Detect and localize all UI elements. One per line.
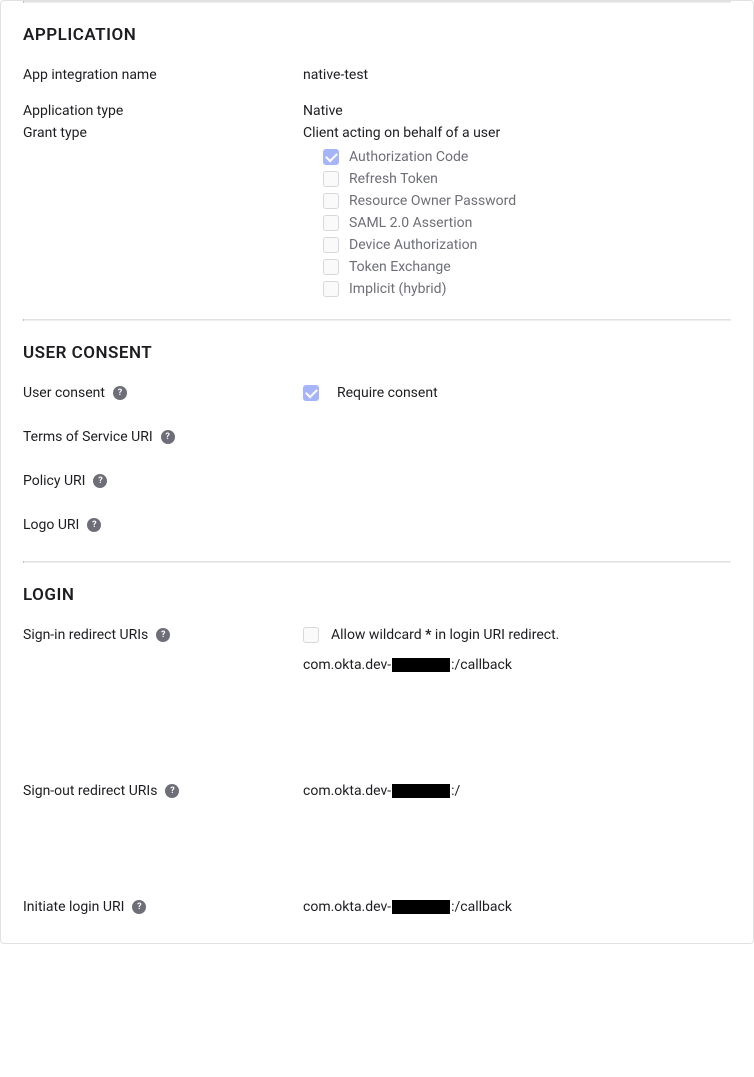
grant-option-row: Device Authorization	[323, 237, 731, 253]
grant-option-checkbox[interactable]	[323, 237, 339, 253]
policy-uri-label: Policy URI	[23, 473, 85, 489]
signout-redirect-label: Sign-out redirect URIs	[23, 783, 157, 799]
logo-uri-row: Logo URI ?	[23, 517, 731, 533]
signin-redirect-label: Sign-in redirect URIs	[23, 627, 148, 643]
require-consent-checkbox[interactable]	[303, 385, 319, 401]
help-icon[interactable]: ?	[87, 518, 101, 532]
settings-panel: APPLICATION App integration name native-…	[0, 0, 754, 944]
grant-option-row: Refresh Token	[323, 171, 731, 187]
help-icon[interactable]: ?	[113, 386, 127, 400]
initiate-login-label: Initiate login URI	[23, 899, 124, 915]
redacted-block	[392, 900, 450, 914]
grant-option-checkbox[interactable]	[323, 259, 339, 275]
allow-wildcard-checkbox[interactable]	[303, 627, 319, 643]
grant-option-label: Resource Owner Password	[349, 193, 516, 209]
signin-redirect-uri: com.okta.dev- :/callback	[303, 657, 512, 673]
policy-uri-row: Policy URI ?	[23, 473, 731, 489]
allow-wildcard-label: Allow wildcard * in login URI redirect.	[331, 627, 559, 643]
user-consent-label: User consent	[23, 385, 105, 401]
uri-prefix: com.okta.dev-	[303, 899, 391, 915]
user-consent-section: USER CONSENT User consent ? Require cons…	[23, 321, 731, 561]
signout-redirect-uri: com.okta.dev- :/	[303, 783, 460, 799]
grant-option-label: SAML 2.0 Assertion	[349, 215, 472, 231]
login-heading: LOGIN	[23, 585, 731, 605]
grant-option-label: Authorization Code	[349, 149, 468, 165]
redacted-block	[392, 658, 450, 672]
tos-uri-label: Terms of Service URI	[23, 429, 153, 445]
grant-subheading: Client acting on behalf of a user	[303, 125, 731, 141]
help-icon[interactable]: ?	[156, 628, 170, 642]
grant-type-label: Grant type	[23, 125, 87, 141]
grant-option-checkbox[interactable]	[323, 215, 339, 231]
grant-option-label: Implicit (hybrid)	[349, 281, 446, 297]
signout-redirect-row: Sign-out redirect URIs ? com.okta.dev- :/	[23, 783, 731, 799]
grant-option-row: SAML 2.0 Assertion	[323, 215, 731, 231]
grant-option-row: Resource Owner Password	[323, 193, 731, 209]
wildcard-prefix: Allow wildcard	[331, 627, 425, 643]
app-type-row: Application type Native	[23, 103, 731, 119]
grant-option-label: Device Authorization	[349, 237, 477, 253]
user-consent-heading: USER CONSENT	[23, 343, 731, 363]
signin-redirect-row: Sign-in redirect URIs ? Allow wildcard *…	[23, 627, 731, 673]
grant-option-row: Implicit (hybrid)	[323, 281, 731, 297]
app-name-value: native-test	[303, 67, 368, 83]
application-heading: APPLICATION	[23, 25, 731, 45]
help-icon[interactable]: ?	[93, 474, 107, 488]
initiate-login-row: Initiate login URI ? com.okta.dev- :/call…	[23, 899, 731, 915]
uri-suffix: :/callback	[451, 899, 512, 915]
app-type-value: Native	[303, 103, 343, 119]
tos-uri-row: Terms of Service URI ?	[23, 429, 731, 445]
initiate-login-uri: com.okta.dev- :/callback	[303, 899, 512, 915]
help-icon[interactable]: ?	[165, 784, 179, 798]
help-icon[interactable]: ?	[132, 900, 146, 914]
uri-prefix: com.okta.dev-	[303, 783, 391, 799]
grant-option-label: Refresh Token	[349, 171, 438, 187]
spacer	[23, 799, 731, 899]
wildcard-suffix: in login URI redirect.	[431, 627, 559, 643]
app-name-label: App integration name	[23, 67, 157, 83]
application-section: APPLICATION App integration name native-…	[23, 3, 731, 319]
allow-wildcard-row: Allow wildcard * in login URI redirect.	[303, 627, 731, 643]
grant-option-row: Authorization Code	[323, 149, 731, 165]
uri-suffix: :/callback	[451, 657, 512, 673]
spacer	[23, 673, 731, 783]
uri-suffix: :/	[451, 783, 460, 799]
app-type-label: Application type	[23, 103, 123, 119]
uri-prefix: com.okta.dev-	[303, 657, 391, 673]
login-section: LOGIN Sign-in redirect URIs ? Allow wild…	[23, 563, 731, 943]
grant-types-list: Authorization Code Refresh Token Resource …	[303, 149, 731, 297]
app-name-row: App integration name native-test	[23, 67, 731, 83]
grant-option-row: Token Exchange	[323, 259, 731, 275]
logo-uri-label: Logo URI	[23, 517, 79, 533]
grant-option-checkbox[interactable]	[323, 193, 339, 209]
grant-type-row: Grant type Client acting on behalf of a …	[23, 125, 731, 297]
grant-option-label: Token Exchange	[349, 259, 451, 275]
grant-option-checkbox[interactable]	[323, 171, 339, 187]
require-consent-row: Require consent	[303, 385, 731, 401]
user-consent-row: User consent ? Require consent	[23, 385, 731, 401]
redacted-block	[392, 784, 450, 798]
grant-option-checkbox[interactable]	[323, 149, 339, 165]
require-consent-label: Require consent	[337, 385, 438, 401]
grant-option-checkbox[interactable]	[323, 281, 339, 297]
help-icon[interactable]: ?	[161, 430, 175, 444]
